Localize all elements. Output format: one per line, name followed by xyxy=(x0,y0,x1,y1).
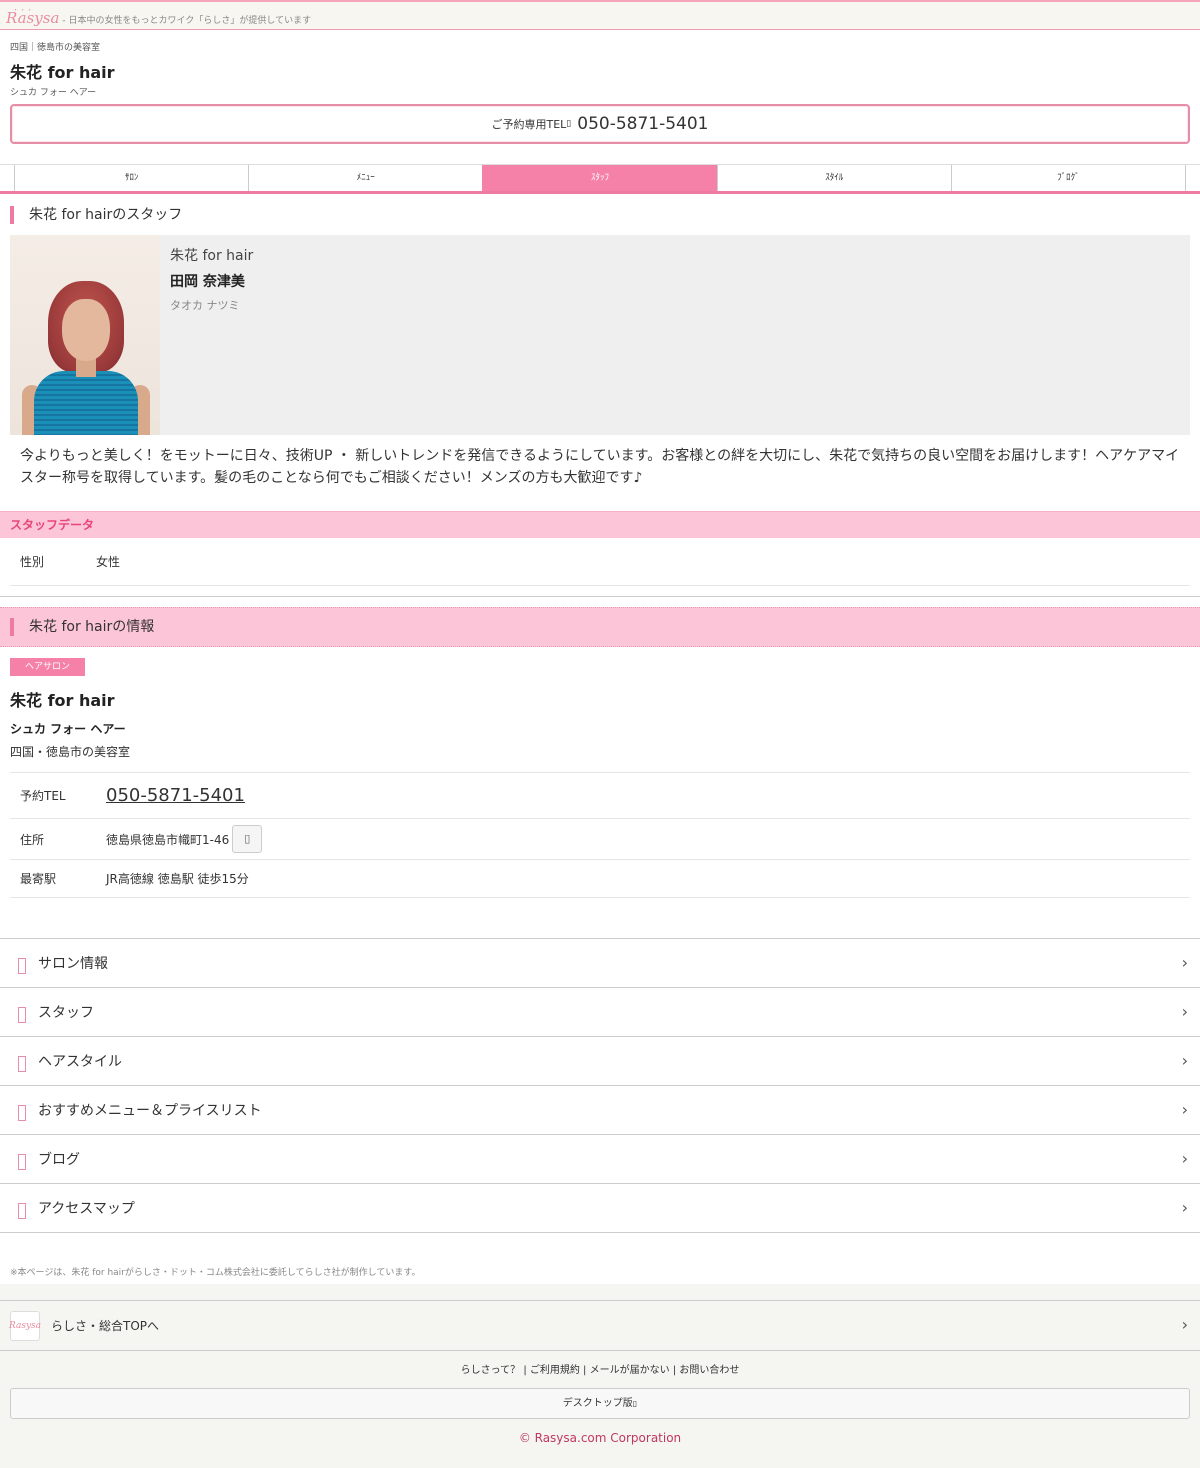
tel-label: ご予約専用TEL xyxy=(491,118,567,131)
salon-menu-list: サロン情報 › スタッフ › ヘアスタイル › おすすめメニュー＆プライスリスト… xyxy=(0,938,1200,1233)
salon-info-area: 四国・徳島市の美容室 xyxy=(10,745,131,759)
detail-key: 住所 xyxy=(20,832,45,847)
menu-item-label: ブログ xyxy=(38,1152,80,1168)
chevron-right-icon: › xyxy=(1181,1149,1188,1168)
menu-item-access-map[interactable]: アクセスマップ › xyxy=(0,1184,1200,1233)
site-tagline: - 日本中の女性をもっとカワイク「らしさ」が提供しています xyxy=(62,16,312,26)
menu-item-label: サロン情報 xyxy=(38,956,108,972)
tel-link[interactable]: 050-5871-5401 xyxy=(106,785,245,806)
footer-links[interactable]: らしさって？ | ご利用規約 | メールが届かない | お問い合わせ xyxy=(0,1361,1200,1376)
menu-item-hairstyle[interactable]: ヘアスタイル › xyxy=(0,1037,1200,1086)
staff-salon: 朱花 for hair xyxy=(170,248,254,264)
staff-photo xyxy=(10,235,160,435)
menu-item-label: アクセスマップ xyxy=(38,1201,135,1217)
pen-icon xyxy=(18,1154,26,1170)
chevron-right-icon: › xyxy=(1181,1002,1188,1021)
tab-menu[interactable]: ﾒﾆｭｰ xyxy=(248,165,482,191)
staff-data-row: 性別 女性 xyxy=(10,538,1190,586)
production-note: ※本ページは、朱花 for hairがらしさ・ドット・コム株式会社に委託してらし… xyxy=(10,1268,421,1278)
chevron-right-icon: › xyxy=(1181,953,1188,972)
detail-row-tel: 予約TEL 050-5871-5401 xyxy=(10,773,1190,819)
salon-info-name: 朱花 for hair xyxy=(10,691,115,710)
scissors-icon xyxy=(18,1056,26,1072)
salon-info: 朱花 for hair シュカ フォー ヘアー 四国・徳島市の美容室 xyxy=(0,687,1200,760)
chevron-right-icon: › xyxy=(1181,1100,1188,1119)
tel-number: 050-5871-5401 xyxy=(577,114,709,134)
reservation-tel-button[interactable]: ご予約専用TEL ▯ 050-5871-5401 xyxy=(10,104,1190,144)
salon-header: 四国｜徳島市の美容室 朱花 for hair シュカ フォー ヘアー ご予約専用… xyxy=(0,30,1200,144)
menu-item-blog[interactable]: ブログ › xyxy=(0,1135,1200,1184)
map-icon: ▯ xyxy=(244,832,251,845)
top-header: Rasysa - 日本中の女性をもっとカワイク「らしさ」が提供しています xyxy=(0,0,1200,30)
detail-key: 最寄駅 xyxy=(20,872,57,886)
tab-staff[interactable]: ｽﾀｯﾌ xyxy=(482,165,717,191)
tab-blog[interactable]: ﾌﾞﾛｸﾞ xyxy=(950,165,1187,191)
tab-style[interactable]: ｽﾀｲﾙ xyxy=(716,165,951,191)
detail-key: 予約TEL xyxy=(20,789,66,803)
detail-row-station: 最寄駅 JR高徳線 徳島駅 徒歩15分 xyxy=(10,860,1190,898)
salon-info-title: 朱花 for hairの情報 xyxy=(10,618,154,636)
staff-info: 朱花 for hair 田岡 奈津美 タオカ ナツミ xyxy=(160,235,263,435)
staff-kana: タオカ ナツミ xyxy=(170,299,240,312)
address-value: 徳島県徳島市幟町1-46 xyxy=(106,832,230,847)
staff-card: 朱花 for hair 田岡 奈津美 タオカ ナツミ xyxy=(10,235,1190,435)
desktop-label: デスクトップ版 xyxy=(562,1398,633,1409)
staff-data-value: 女性 xyxy=(96,555,121,569)
tab-salon[interactable]: ｻﾛﾝ xyxy=(14,165,248,191)
salon-detail-table: 予約TEL 050-5871-5401 住所 徳島県徳島市幟町1-46 ▯ 最寄… xyxy=(10,772,1190,898)
rasysa-top-label: らしさ・総合TOPへ xyxy=(51,1319,160,1333)
rasysa-top-link[interactable]: Rasysa らしさ・総合TOPへ › xyxy=(0,1300,1200,1351)
map-button[interactable]: ▯ xyxy=(232,825,263,853)
staff-section-title: 朱花 for hairのスタッフ xyxy=(10,206,1190,224)
rasysa-logo-icon: Rasysa xyxy=(9,1310,41,1341)
staff-data-header: スタッフデータ xyxy=(0,511,1200,538)
breadcrumb: 四国｜徳島市の美容室 xyxy=(10,43,101,53)
page-subtitle: シュカ フォー ヘアー xyxy=(10,88,97,98)
menu-item-staff[interactable]: スタッフ › xyxy=(0,988,1200,1037)
menu-item-price-list[interactable]: おすすめメニュー＆プライスリスト › xyxy=(0,1086,1200,1135)
chevron-right-icon: › xyxy=(1181,1315,1188,1334)
staff-name: 田岡 奈津美 xyxy=(170,274,245,290)
document-icon xyxy=(18,958,26,974)
menu-item-label: スタッフ xyxy=(38,1005,94,1021)
detail-row-address: 住所 徳島県徳島市幟町1-46 ▯ xyxy=(10,819,1190,860)
footer: Rasysa らしさ・総合TOPへ › らしさって？ | ご利用規約 | メール… xyxy=(0,1284,1200,1468)
menu-item-label: おすすめメニュー＆プライスリスト xyxy=(38,1103,262,1119)
list-icon xyxy=(18,1105,26,1121)
person-icon xyxy=(18,1007,26,1023)
divider xyxy=(0,596,1200,597)
category-badge: ヘアサロン xyxy=(10,658,86,676)
map-icon xyxy=(18,1203,26,1219)
external-icon: ▯ xyxy=(632,1399,638,1408)
salon-tabs: ｻﾛﾝ ﾒﾆｭｰ ｽﾀｯﾌ ｽﾀｲﾙ ﾌﾞﾛｸﾞ xyxy=(0,164,1200,194)
staff-data-key: 性別 xyxy=(20,555,45,569)
site-logo[interactable]: Rasysa xyxy=(6,2,59,27)
phone-icon: ▯ xyxy=(566,119,572,129)
staff-description: 今よりもっと美しく！をモットーに日々、技術UP ・ 新しいトレンドを発信できるよ… xyxy=(20,448,1180,486)
chevron-right-icon: › xyxy=(1181,1051,1188,1070)
salon-info-kana: シュカ フォー ヘアー xyxy=(10,722,126,736)
copyright: © Rasysa.com Corporation xyxy=(518,1431,682,1445)
station-value: JR高徳線 徳島駅 徒歩15分 xyxy=(106,872,249,886)
menu-item-salon-info[interactable]: サロン情報 › xyxy=(0,939,1200,988)
desktop-version-button[interactable]: デスクトップ版▯ xyxy=(10,1388,1190,1419)
salon-info-header: 朱花 for hairの情報 xyxy=(0,607,1200,647)
page-title: 朱花 for hair xyxy=(10,63,115,82)
menu-item-label: ヘアスタイル xyxy=(38,1054,122,1070)
chevron-right-icon: › xyxy=(1181,1198,1188,1217)
